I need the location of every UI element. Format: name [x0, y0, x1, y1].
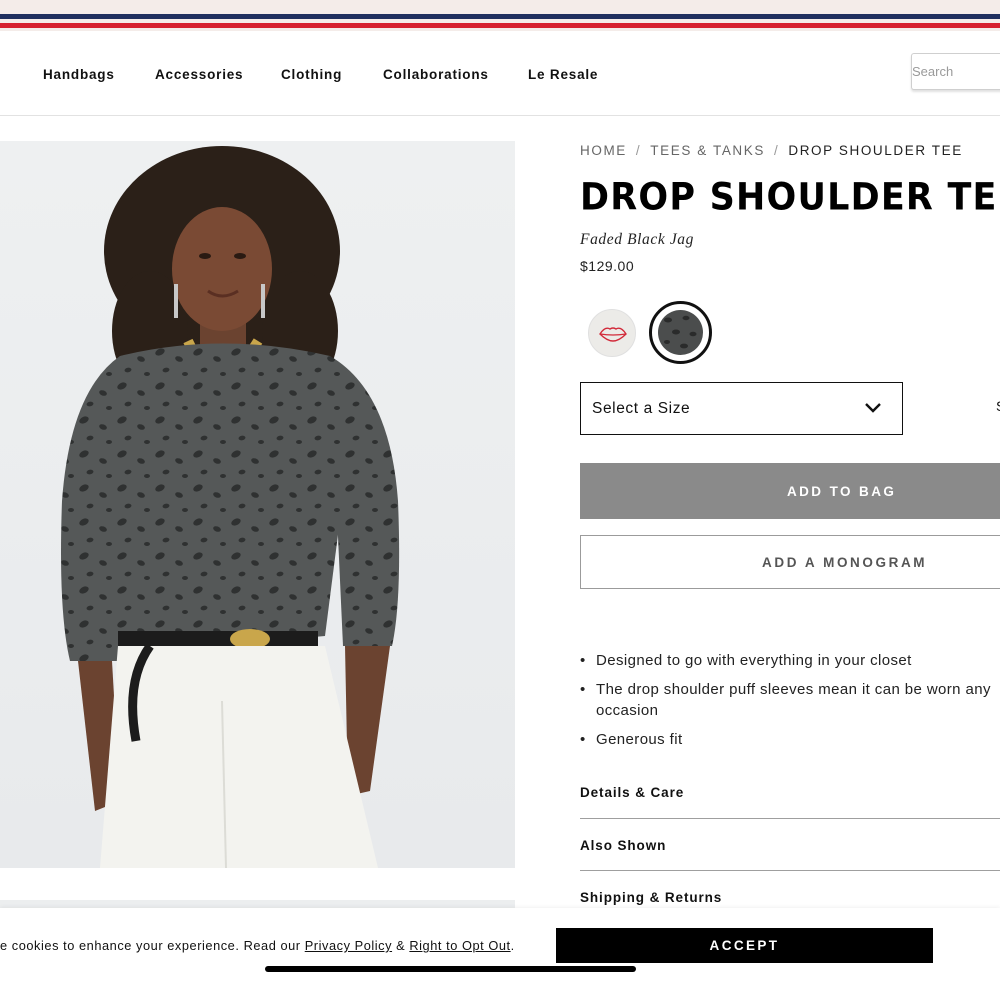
accordion-label: Also Shown: [580, 838, 667, 853]
product-title: DROP SHOULDER TEE: [580, 176, 1000, 220]
chevron-down-icon: [865, 403, 881, 413]
feature-bullet: Designed to go with everything in your c…: [580, 650, 1000, 671]
jaguar-pattern-icon: [664, 315, 697, 349]
top-brand-band: [0, 0, 1000, 31]
add-monogram-button[interactable]: ADD A MONOGRAM: [580, 535, 1000, 589]
breadcrumb-current: DROP SHOULDER TEE: [788, 143, 963, 158]
add-to-bag-button[interactable]: ADD TO BAG: [580, 463, 1000, 519]
cookie-text-end: .: [510, 938, 515, 953]
breadcrumb-home[interactable]: HOME: [580, 143, 627, 158]
product-price: $129.00: [580, 258, 635, 274]
nav-item-accessories[interactable]: Accessories: [155, 67, 243, 82]
nav-item-le-resale[interactable]: Le Resale: [528, 67, 598, 82]
breadcrumb-separator: /: [635, 143, 642, 158]
nav-item-clothing[interactable]: Clothing: [281, 67, 342, 82]
breadcrumb-separator: /: [774, 143, 780, 158]
feature-bullet: The drop shoulder puff sleeves mean it c…: [580, 679, 1000, 721]
cookie-text-amp: &: [392, 938, 410, 953]
nav-item-collaborations[interactable]: Collaborations: [383, 67, 489, 82]
accordion-also-shown[interactable]: Also Shown: [580, 818, 1000, 871]
navy-stripe: [0, 14, 1000, 19]
lips-icon: [599, 327, 627, 342]
product-features-list: Designed to go with everything in your c…: [580, 650, 1000, 758]
breadcrumb: HOME / TEES & TANKS / DROP SHOULDER TEE: [580, 143, 963, 158]
feature-bullet: Generous fit: [580, 729, 1000, 750]
accept-cookies-button[interactable]: ACCEPT: [556, 928, 933, 963]
home-indicator: [265, 966, 636, 972]
cookie-banner: e cookies to enhance your experience. Re…: [0, 908, 1000, 1000]
search-input[interactable]: [911, 53, 1000, 90]
opt-out-link[interactable]: Right to Opt Out: [409, 938, 510, 953]
main-nav: Handbags Accessories Clothing Collaborat…: [0, 31, 1000, 116]
cookie-message: e cookies to enhance your experience. Re…: [0, 938, 515, 953]
breadcrumb-tees-tanks[interactable]: TEES & TANKS: [650, 143, 765, 158]
product-image[interactable]: [0, 141, 515, 868]
nav-item-handbags[interactable]: Handbags: [43, 67, 115, 82]
product-color-name: Faded Black Jag: [580, 231, 695, 248]
privacy-policy-link[interactable]: Privacy Policy: [305, 938, 392, 953]
model-illustration: [61, 146, 400, 868]
red-stripe: [0, 23, 1000, 28]
jaguar-print-swatch: [658, 310, 703, 355]
cookie-text-start: e cookies to enhance your experience. Re…: [0, 938, 305, 953]
size-guide-link[interactable]: S: [996, 398, 1000, 414]
size-select[interactable]: Select a Size: [580, 382, 903, 435]
accordion-label: Shipping & Returns: [580, 890, 723, 905]
swatch-lips[interactable]: [588, 309, 636, 357]
accordion-label: Details & Care: [580, 785, 685, 800]
swatch-faded-black-jag[interactable]: [649, 301, 712, 364]
size-select-label: Select a Size: [592, 400, 691, 417]
